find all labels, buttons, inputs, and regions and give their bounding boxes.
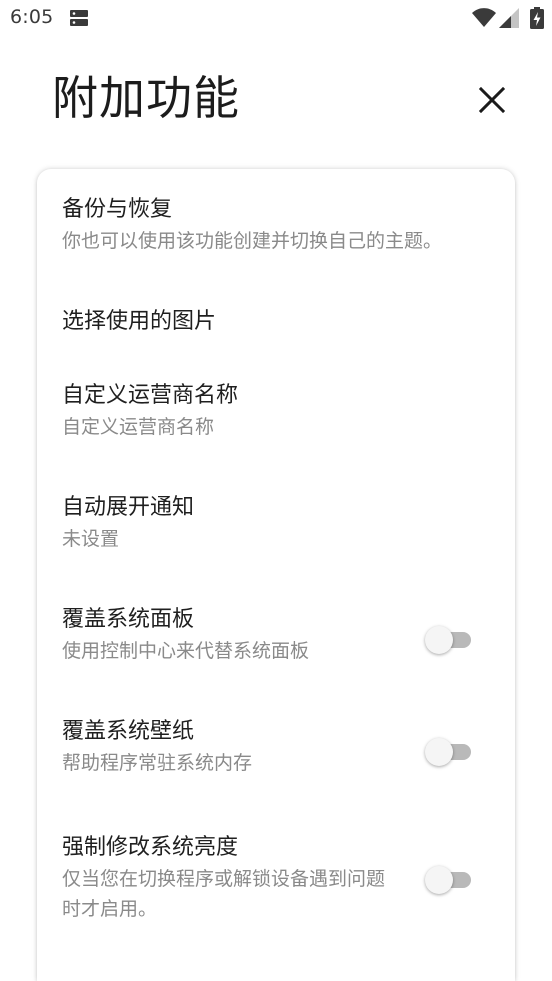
setting-subtitle: 未设置: [62, 528, 120, 550]
setting-select-image[interactable]: 选择使用的图片: [37, 297, 515, 357]
setting-title: 选择使用的图片: [62, 309, 217, 334]
status-bar: 6:05: [0, 0, 552, 38]
setting-force-system-brightness[interactable]: 强制修改系统亮度 仅当您在切换程序或解锁设备遇到问题时才启用。: [37, 825, 515, 935]
storage-icon: [70, 10, 88, 26]
switch-thumb: [425, 738, 453, 766]
status-time: 6:05: [10, 6, 54, 28]
close-button[interactable]: [472, 80, 512, 120]
setting-title: 自定义运营商名称: [62, 383, 239, 408]
override-system-panel-switch[interactable]: [425, 626, 473, 654]
switch-thumb: [425, 626, 453, 654]
settings-card: 备份与恢复 你也可以使用该功能创建并切换自己的主题。 选择使用的图片 自定义运营…: [37, 169, 515, 981]
force-system-brightness-switch[interactable]: [425, 866, 473, 894]
setting-title: 强制修改系统亮度: [62, 835, 239, 860]
setting-title: 自动展开通知: [62, 495, 195, 520]
setting-custom-carrier-name[interactable]: 自定义运营商名称 自定义运营商名称: [37, 377, 515, 467]
close-icon: [479, 87, 505, 113]
setting-subtitle: 自定义运营商名称: [62, 416, 215, 438]
setting-auto-expand-notification[interactable]: 自动展开通知 未设置: [37, 489, 515, 579]
setting-subtitle: 你也可以使用该功能创建并切换自己的主题。: [62, 230, 443, 252]
screen: 6:05 附加功能 备份与恢复 你也可以使用该功能创建并切换自己的主题。 选择使…: [0, 0, 552, 981]
switch-thumb: [425, 866, 453, 894]
setting-title: 覆盖系统面板: [62, 607, 195, 632]
page-title: 附加功能: [52, 71, 240, 125]
battery-icon: [530, 7, 544, 29]
signal-icon: [499, 8, 519, 28]
setting-override-system-panel[interactable]: 覆盖系统面板 使用控制中心来代替系统面板: [37, 601, 515, 691]
setting-title: 备份与恢复: [62, 197, 173, 222]
wifi-icon: [472, 8, 496, 27]
setting-override-system-wallpaper[interactable]: 覆盖系统壁纸 帮助程序常驻系统内存: [37, 713, 515, 803]
override-system-wallpaper-switch[interactable]: [425, 738, 473, 766]
setting-backup-restore[interactable]: 备份与恢复 你也可以使用该功能创建并切换自己的主题。: [37, 187, 515, 287]
setting-subtitle: 仅当您在切换程序或解锁设备遇到问题时才启用。: [62, 868, 386, 920]
setting-title: 覆盖系统壁纸: [62, 719, 195, 744]
setting-subtitle: 帮助程序常驻系统内存: [62, 752, 253, 774]
setting-subtitle: 使用控制中心来代替系统面板: [62, 640, 310, 662]
